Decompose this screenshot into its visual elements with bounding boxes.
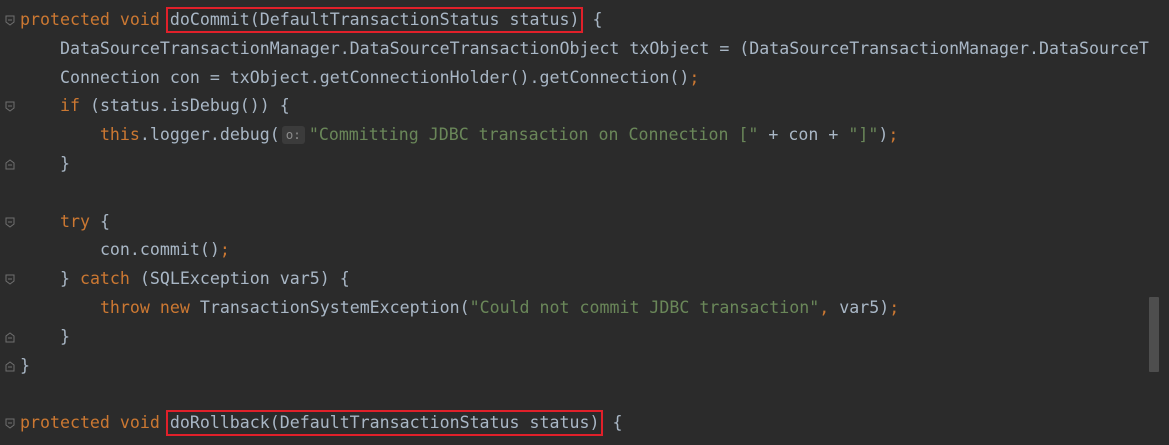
code-line[interactable]: con.commit(); <box>0 236 1150 265</box>
fold-start-icon[interactable] <box>5 217 15 228</box>
code-line-content: con.commit(); <box>20 236 230 265</box>
code-line-content: Connection con = txObject.getConnectionH… <box>20 64 699 93</box>
fold-end-icon[interactable] <box>5 159 15 170</box>
string-token: "]" <box>848 125 879 145</box>
code-line-content: protected void doCommit(DefaultTransacti… <box>20 6 602 35</box>
code-line[interactable]: } <box>0 352 1150 381</box>
code-token: { <box>99 211 110 231</box>
keyword-token: throw new <box>99 298 200 317</box>
code-token: + con + <box>758 125 849 145</box>
fold-start-icon[interactable] <box>5 15 15 26</box>
code-line[interactable] <box>0 380 1150 409</box>
code-token: { <box>582 10 603 29</box>
code-token: } <box>59 326 70 346</box>
keyword-token: ; <box>889 298 900 317</box>
code-line[interactable]: } <box>0 150 1150 179</box>
code-line-content: } <box>20 150 70 179</box>
code-token: } <box>59 154 70 173</box>
code-editor[interactable]: protected void doCommit(DefaultTransacti… <box>0 0 1169 445</box>
keyword-token: ; <box>689 67 700 87</box>
highlighted-method-signature: doRollback(DefaultTransactionStatus stat… <box>165 410 604 437</box>
code-line[interactable]: Connection con = txObject.getConnectionH… <box>0 64 1150 93</box>
fold-start-icon[interactable] <box>5 418 15 429</box>
code-token: .logger.debug( <box>139 125 280 145</box>
fold-end-icon[interactable] <box>5 332 15 343</box>
code-line-content: protected void doRollback(DefaultTransac… <box>20 409 622 438</box>
code-line-content: DataSourceTransactionManager.DataSourceT… <box>20 35 1150 64</box>
code-line-content: try { <box>20 208 110 237</box>
keyword-token: , <box>819 298 840 317</box>
code-line-content: } catch (SQLException var5) { <box>20 265 350 294</box>
keyword-token: ; <box>219 240 230 260</box>
code-token: (status.isDebug()) { <box>89 96 290 116</box>
code-token: } <box>59 269 80 289</box>
keyword-token: protected void <box>20 413 170 433</box>
code-line-content: if (status.isDebug()) { <box>20 92 290 121</box>
fold-start-icon[interactable] <box>5 274 15 285</box>
code-line-content: } <box>20 352 30 381</box>
code-line-content: throw new TransactionSystemException("Co… <box>20 294 899 323</box>
code-token: ) <box>878 125 889 145</box>
code-line[interactable]: throw new TransactionSystemException("Co… <box>0 294 1150 323</box>
keyword-token: ; <box>888 125 899 145</box>
parameter-hint: o: <box>281 126 305 145</box>
code-line-content: this.logger.debug(o: "Committing JDBC tra… <box>20 121 898 150</box>
code-token: TransactionSystemException( <box>199 298 470 317</box>
code-token: con.commit() <box>99 240 220 260</box>
code-token: (SQLException var5) { <box>139 269 350 289</box>
fold-end-icon[interactable] <box>5 360 15 372</box>
code-token: var5) <box>839 298 890 317</box>
code-line[interactable]: this.logger.debug(o: "Committing JDBC tra… <box>0 121 1150 150</box>
code-token: { <box>602 413 623 433</box>
code-token: DataSourceTransactionManager.DataSourceT… <box>59 38 1150 58</box>
code-line[interactable]: if (status.isDebug()) { <box>0 92 1150 121</box>
code-line[interactable]: DataSourceTransactionManager.DataSourceT… <box>0 35 1150 64</box>
code-line[interactable]: protected void doRollback(DefaultTransac… <box>0 409 1150 438</box>
string-token: "Committing JDBC transaction on Connecti… <box>308 125 759 145</box>
code-line[interactable]: protected void doCommit(DefaultTransacti… <box>0 6 1150 35</box>
code-token: Connection con = txObject.getConnectionH… <box>59 67 690 87</box>
highlighted-method-signature: doCommit(DefaultTransactionStatus status… <box>165 7 584 33</box>
code-line[interactable]: } <box>0 323 1150 352</box>
keyword-token: catch <box>79 269 140 289</box>
string-token: "Could not commit JDBC transaction" <box>469 298 820 317</box>
keyword-token: protected void <box>20 10 170 29</box>
code-line[interactable]: try { <box>0 208 1150 237</box>
vertical-scrollbar-thumb[interactable] <box>1149 297 1159 372</box>
keyword-token: try <box>59 211 100 231</box>
keyword-token: this <box>99 125 140 145</box>
fold-start-icon[interactable] <box>5 101 15 113</box>
keyword-token: if <box>59 96 90 116</box>
code-line-content: } <box>20 323 70 352</box>
code-token: } <box>20 355 30 375</box>
code-line[interactable]: } catch (SQLException var5) { <box>0 265 1150 294</box>
code-line[interactable] <box>0 179 1150 208</box>
